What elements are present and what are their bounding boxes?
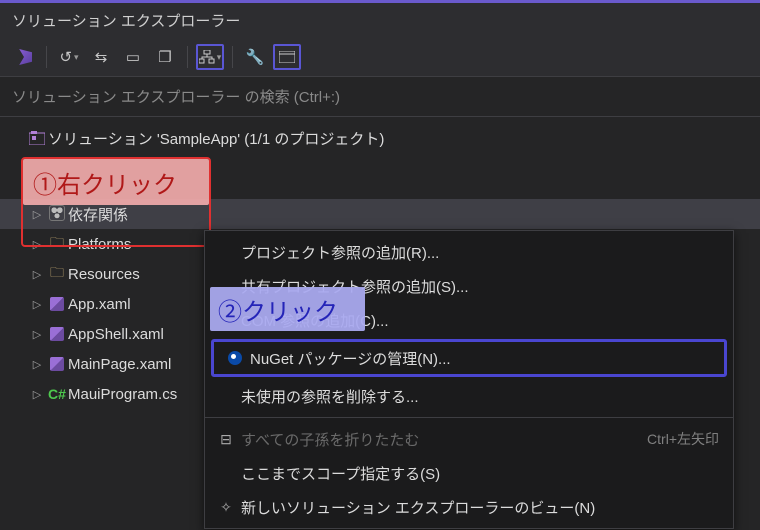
menu-label: 新しいソリューション エクスプローラーのビュー(N) bbox=[241, 497, 719, 518]
tree-label: Platforms bbox=[68, 236, 131, 253]
search-input[interactable]: ソリューション エクスプローラー の検索 (Ctrl+:) bbox=[0, 77, 760, 117]
new-view-icon: ✧ bbox=[211, 499, 241, 516]
xaml-icon bbox=[46, 327, 68, 341]
expand-icon[interactable]: ▷ bbox=[28, 388, 46, 401]
hierarchy-button[interactable] bbox=[196, 44, 224, 70]
menu-label: すべての子孫を折りたたむ bbox=[241, 429, 647, 450]
expand-icon[interactable]: ▷ bbox=[28, 268, 46, 281]
menu-add-project-reference[interactable]: プロジェクト参照の追加(R)... bbox=[205, 235, 733, 269]
toolbar-separator bbox=[232, 46, 233, 68]
solution-icon bbox=[26, 131, 48, 145]
menu-remove-unused[interactable]: 未使用の参照を削除する... bbox=[205, 379, 733, 413]
annotation-label-2: ②クリック bbox=[210, 287, 365, 331]
nuget-icon bbox=[220, 351, 250, 365]
history-button[interactable]: ↺ bbox=[55, 44, 83, 70]
expand-icon[interactable]: ▷ bbox=[28, 298, 46, 311]
menu-label: ここまでスコープ指定する(S) bbox=[241, 463, 719, 484]
tree-label: App.xaml bbox=[68, 296, 131, 313]
menu-scope-here[interactable]: ここまでスコープ指定する(S) bbox=[205, 456, 733, 490]
menu-label: 未使用の参照を削除する... bbox=[241, 386, 719, 407]
tree-label: ソリューション 'SampleApp' (1/1 のプロジェクト) bbox=[48, 128, 384, 149]
solution-node[interactable]: ソリューション 'SampleApp' (1/1 のプロジェクト) bbox=[0, 123, 760, 153]
menu-collapse-descendants: ⊟ すべての子孫を折りたたむ Ctrl+左矢印 bbox=[205, 422, 733, 456]
panel-title: ソリューション エクスプローラー bbox=[0, 3, 760, 38]
tree-label: Resources bbox=[68, 266, 140, 283]
menu-label: プロジェクト参照の追加(R)... bbox=[241, 242, 719, 263]
context-menu: プロジェクト参照の追加(R)... 共有プロジェクト参照の追加(S)... CO… bbox=[204, 230, 734, 529]
expand-icon[interactable]: ▷ bbox=[28, 238, 46, 251]
menu-shortcut: Ctrl+左矢印 bbox=[647, 429, 719, 449]
properties-button[interactable]: 🔧 bbox=[241, 44, 269, 70]
menu-manage-nuget[interactable]: NuGet パッケージの管理(N)... bbox=[211, 339, 727, 377]
menu-label: NuGet パッケージの管理(N)... bbox=[250, 348, 710, 369]
collapse-icon: ⊟ bbox=[211, 431, 241, 448]
collapse-button[interactable]: ▭ bbox=[119, 44, 147, 70]
toolbar-separator bbox=[187, 46, 188, 68]
vs-home-icon[interactable] bbox=[10, 44, 38, 70]
toolbar: ↺ ⇆ ▭ ❐ 🔧 bbox=[0, 38, 760, 77]
sync-button[interactable]: ⇆ bbox=[87, 44, 115, 70]
folder-icon: 🗀 bbox=[46, 232, 68, 256]
xaml-icon bbox=[46, 297, 68, 311]
preview-button[interactable] bbox=[273, 44, 301, 70]
menu-new-explorer-view[interactable]: ✧ 新しいソリューション エクスプローラーのビュー(N) bbox=[205, 490, 733, 524]
expand-icon[interactable]: ▷ bbox=[28, 208, 46, 221]
expand-icon[interactable]: ▷ bbox=[28, 328, 46, 341]
tree-label: MainPage.xaml bbox=[68, 356, 171, 373]
csharp-icon: C# bbox=[46, 386, 68, 402]
dependencies-icon bbox=[46, 205, 68, 224]
annotation-label-1: ①右クリック bbox=[23, 159, 209, 205]
toolbar-separator bbox=[46, 46, 47, 68]
tree-label: MauiProgram.cs bbox=[68, 386, 177, 403]
menu-separator bbox=[205, 417, 733, 418]
folder-icon: 🗀 bbox=[46, 262, 68, 286]
expand-icon[interactable]: ▷ bbox=[28, 358, 46, 371]
tree-label: AppShell.xaml bbox=[68, 326, 164, 343]
xaml-icon bbox=[46, 357, 68, 371]
tree-label: 依存関係 bbox=[68, 204, 128, 225]
copy-button[interactable]: ❐ bbox=[151, 44, 179, 70]
